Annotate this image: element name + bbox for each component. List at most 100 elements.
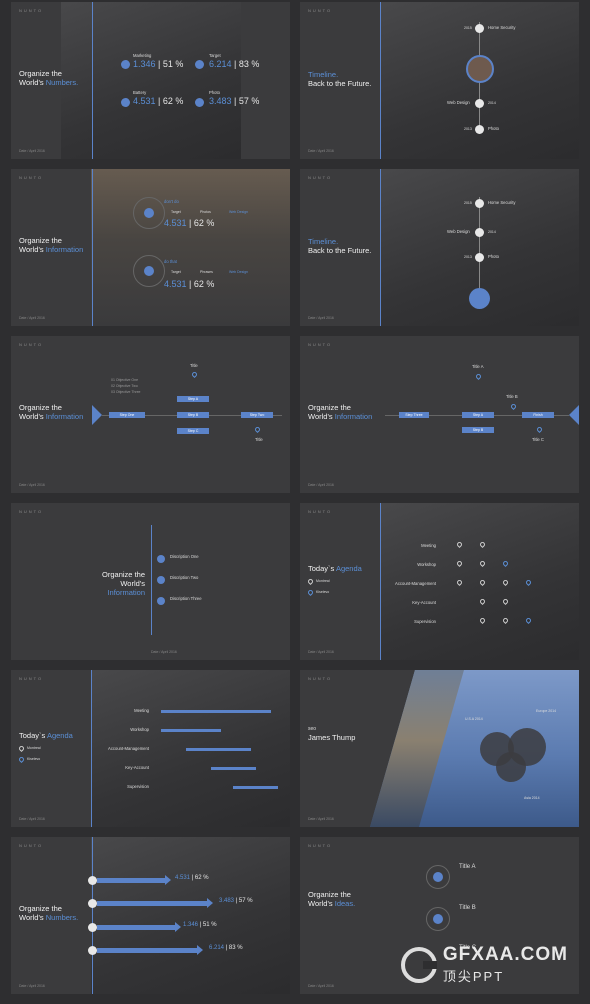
timeline-label: Photo [488, 126, 499, 131]
tag: Phrases [200, 270, 213, 274]
home-icon[interactable] [469, 288, 490, 309]
location-label: Kiselevo [27, 757, 41, 761]
slide-title: Organize the World's Information [102, 570, 145, 597]
target-icon [195, 60, 204, 69]
flow-end-arrow [569, 405, 579, 425]
timeline-label: Web Design [447, 100, 470, 105]
divider-line [151, 525, 152, 635]
slide-footer: Date / April 2016 [308, 817, 334, 821]
watermark-line2: 顶尖PPT [442, 969, 505, 984]
security-icon [475, 199, 484, 208]
progress-arrow [97, 898, 213, 908]
step-box: Step Three [399, 412, 429, 418]
year-label: 2014 [488, 101, 496, 105]
bottom-title: Title [255, 437, 263, 442]
divider-line [92, 837, 93, 994]
slide-timeline[interactable]: NUNTO Timeline. Back to the Future. 2015… [300, 2, 579, 159]
idea-icon [433, 872, 443, 882]
person-name: James Thump [308, 733, 356, 742]
year-label: 2013 [464, 255, 472, 259]
slide-title: Organize the World's Numbers. [19, 69, 79, 87]
venn-label: U.S.A 2014 [465, 717, 483, 721]
slide-numbers[interactable]: NUNTO Organize the World's Numbers. Mark… [11, 2, 290, 159]
row-icon [88, 876, 97, 885]
tag: Photos [200, 210, 211, 214]
brand-mark: NUNTO [308, 843, 333, 848]
photo-icon [475, 125, 484, 134]
slide-title: Organize the World's Information [308, 403, 373, 421]
divider-line [380, 2, 381, 159]
stat-label: Target [209, 53, 221, 58]
slide-timeline-2[interactable]: NUNTO Timeline. Back to the Future. 2015… [300, 169, 579, 326]
slide-title: Today`s Agenda [19, 731, 73, 740]
timeline-axis [479, 197, 480, 289]
slide-flow[interactable]: NUNTO Organize the World's Information 0… [11, 336, 290, 493]
slide-numbers-2[interactable]: NUNTO Organize the World's Numbers. 4.53… [11, 837, 290, 994]
slide-footer: Date / April 2016 [308, 650, 334, 654]
slide-descriptions[interactable]: NUNTO Organize the World's Information D… [11, 503, 290, 660]
note: 01 Objective One [111, 378, 139, 382]
year-label: 2015 [464, 201, 472, 205]
note: 03 Objective Three [111, 390, 141, 394]
progress-arrow [97, 945, 203, 955]
title-b: Title B [506, 394, 518, 399]
watermark-logo-icon [400, 946, 437, 983]
brand-mark: NUNTO [308, 8, 333, 13]
watermark-line1: GFXAA.COM [442, 944, 568, 965]
avatar [466, 55, 494, 83]
gantt-bar [161, 729, 221, 732]
group-value: 4.531 | 62 % [164, 279, 215, 289]
watermark: GFXAA.COM 顶尖PPT [400, 944, 568, 985]
title-c: Title C [532, 437, 544, 442]
timeline-label: Home Security [488, 200, 516, 205]
tag: Target [171, 210, 181, 214]
stat-value: 3.483 | 57 % [209, 96, 260, 106]
row-icon [88, 923, 97, 932]
slide-agenda[interactable]: NUNTO Today`s Agenda Montreal Kiselevo M… [300, 503, 579, 660]
timeline-label: Photo [488, 254, 499, 259]
security-icon [475, 24, 484, 33]
slide-footer: Date / April 2016 [308, 149, 334, 153]
progress-arrow [97, 922, 181, 932]
row-icon [88, 946, 97, 955]
slide-information[interactable]: NUNTO Organize the World's Information d… [11, 169, 290, 326]
slide-title: Organize the World's Information [19, 403, 84, 421]
slide-title: Timeline. Back to the Future. [308, 70, 372, 88]
stat-value: 6.214 | 83 % [209, 59, 260, 69]
slide-title: Organize the World's Information [19, 236, 84, 254]
stat-label: Marketing [133, 53, 152, 58]
brand-mark: NUNTO [19, 8, 44, 13]
slide-flow-2[interactable]: NUNTO Organize the World's Information S… [300, 336, 579, 493]
description-label: Discription Three [170, 596, 202, 601]
photo-icon [475, 253, 484, 262]
location-pin [474, 372, 483, 381]
step-box: Step B [462, 427, 494, 433]
slide-footer: Date / April 2016 [308, 316, 334, 320]
slide-footer: Date / April 2016 [308, 984, 334, 988]
note: 02 Objective Two [111, 384, 138, 388]
year-label: 2015 [464, 26, 472, 30]
slide-title: Timeline. Back to the Future. [308, 237, 372, 255]
venn-circle [496, 752, 526, 782]
step-box: Step A [177, 396, 209, 402]
agenda-row: Meeting [421, 543, 436, 548]
description-label: Discription One [170, 554, 199, 559]
title-a: Title A [472, 364, 484, 369]
slide-profile[interactable]: NUNTO seo James Thump U.S.A 2014 Europe … [300, 670, 579, 827]
row-value: 6.214 | 83 % [209, 945, 243, 951]
slide-agenda-2[interactable]: NUNTO Today`s Agenda Montreal Kiselevo M… [11, 670, 290, 827]
description-label: Discription Two [170, 575, 199, 580]
step-box: Finish [522, 412, 554, 418]
divider-line [380, 169, 381, 326]
location-pin [17, 755, 26, 764]
agenda-row: Key-Account [412, 600, 436, 605]
map-icon [157, 597, 165, 605]
slide-footer: Date / April 2016 [19, 984, 45, 988]
layers-icon [144, 266, 154, 276]
stat-label: Battery [133, 90, 147, 95]
brand-mark: NUNTO [19, 175, 44, 180]
location-label: Kiselevo [316, 590, 330, 594]
background-photo [91, 837, 290, 994]
gantt-bar [161, 710, 271, 713]
slide-title: Today`s Agenda [308, 564, 362, 573]
